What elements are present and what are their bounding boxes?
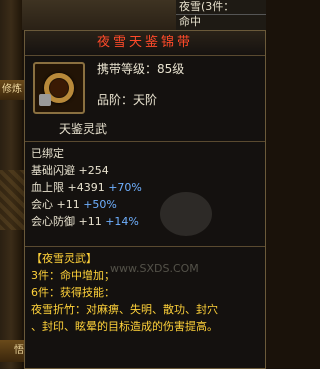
stat-crit-label: 会心	[31, 198, 53, 211]
item-name: 夜雪天鉴锦带	[25, 31, 265, 56]
side-tab-enlighten[interactable]: 悟	[0, 340, 26, 362]
belt-buckle-shape	[39, 94, 51, 106]
divider	[25, 141, 265, 142]
stat-hp-value: +4391	[67, 181, 105, 194]
stat-hp-label: 血上限	[31, 181, 64, 194]
watermark-logo	[160, 192, 212, 236]
stat-hp: 血上限 +4391 +70%	[25, 179, 265, 196]
set-skill-line-2: 、封印、眩晕的目标造成的伤害提高。	[31, 320, 218, 333]
stat-crit-def-label: 会心防御	[31, 215, 75, 228]
set-info-panel: 夜雪(3件： 命中	[176, 0, 266, 30]
set-bonus-6: 6件：获得技能：	[31, 286, 115, 299]
watermark-text: www.SXDS.COM	[110, 262, 199, 275]
set-info-line-2: 命中	[176, 14, 266, 29]
set-info-line-1: 夜雪(3件：	[179, 0, 235, 13]
level-requirement: 携带等级：85级	[97, 62, 185, 76]
stat-dodge: 基础闪避 +254	[31, 164, 109, 177]
set-skill-line-1: 夜雪折竹：对麻痹、失明、散功、封穴	[31, 303, 218, 316]
item-subtitle: 天鉴灵武	[59, 122, 108, 136]
stat-crit-def-value: +11	[78, 215, 102, 228]
stat-hp-bonus: +70%	[108, 181, 142, 194]
stat-crit-bonus: +50%	[83, 198, 117, 211]
stat-crit-defense: 会心防御 +11 +14%	[25, 213, 265, 230]
stat-crit-value: +11	[56, 198, 80, 211]
item-header: 携带等级：85级 品阶：天阶	[25, 56, 265, 116]
item-grade: 品阶：天阶	[97, 93, 158, 107]
item-tooltip: 夜雪天鉴锦带 携带等级：85级 品阶：天阶 天鉴灵武 已绑定 基础闪避 +254…	[24, 30, 266, 369]
belt-icon[interactable]	[33, 62, 85, 114]
belt-ring-center	[50, 79, 68, 97]
bound-status: 已绑定	[31, 147, 64, 160]
stat-crit-def-bonus: +14%	[105, 215, 139, 228]
side-tab-cultivate[interactable]: 修炼	[0, 80, 24, 100]
divider	[25, 246, 265, 247]
side-ornament	[0, 170, 24, 230]
stat-crit: 会心 +11 +50%	[25, 196, 265, 213]
